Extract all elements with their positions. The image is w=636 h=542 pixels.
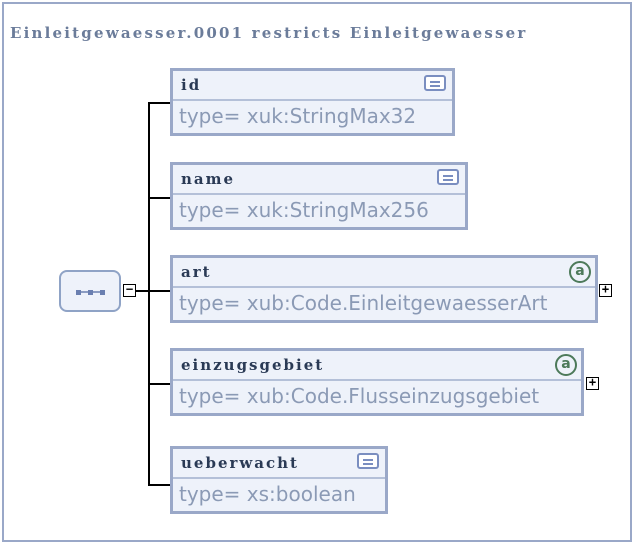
element-type: type= xuk:StringMax32 xyxy=(179,104,417,128)
element-type: type= xs:boolean xyxy=(179,482,356,506)
element-header: id xyxy=(173,71,452,101)
branch-art xyxy=(148,290,170,292)
element-name: name xyxy=(181,170,236,188)
vertical-connector xyxy=(148,102,150,486)
branch-einzugsgebiet xyxy=(148,383,170,385)
element-type: type= xub:Code.Flusseinzugsgebiet xyxy=(179,384,540,408)
branch-id xyxy=(148,102,170,104)
element-type: type= xuk:StringMax256 xyxy=(179,198,429,222)
documentation-icon xyxy=(424,75,446,91)
diagram-title: Einleitgewaesser.0001 restricts Einleitg… xyxy=(10,24,528,42)
attribute-icon: a xyxy=(555,354,577,376)
element-header: name xyxy=(173,165,465,195)
branch-name xyxy=(148,197,170,199)
documentation-icon xyxy=(357,453,379,469)
documentation-icon xyxy=(437,169,459,185)
expand-toggle-einzugsgebiet[interactable]: + xyxy=(586,376,599,390)
branch-ueberwacht xyxy=(148,484,170,486)
element-name: id xyxy=(181,76,202,94)
element-type: type= xub:Code.EinleitgewaesserArt xyxy=(179,291,548,315)
element-ueberwacht[interactable]: ueberwacht type= xs:boolean xyxy=(170,446,388,514)
sequence-compositor-icon xyxy=(76,290,105,295)
element-header: ueberwacht xyxy=(173,449,385,479)
element-art[interactable]: art a type= xub:Code.EinleitgewaesserArt xyxy=(170,255,598,323)
element-id[interactable]: id type= xuk:StringMax32 xyxy=(170,68,455,136)
collapse-toggle[interactable]: − xyxy=(123,283,136,297)
element-name: einzugsgebiet xyxy=(181,356,325,374)
element-header: einzugsgebiet a xyxy=(173,351,581,381)
element-name: art xyxy=(181,263,212,281)
sequence-compositor[interactable] xyxy=(59,270,121,312)
element-einzugsgebiet[interactable]: einzugsgebiet a type= xub:Code.Flusseinz… xyxy=(170,348,584,416)
element-name: ueberwacht xyxy=(181,454,299,472)
attribute-icon: a xyxy=(569,261,591,283)
expand-toggle-art[interactable]: + xyxy=(599,283,612,297)
element-header: art a xyxy=(173,258,595,288)
element-name-node[interactable]: name type= xuk:StringMax256 xyxy=(170,162,468,230)
